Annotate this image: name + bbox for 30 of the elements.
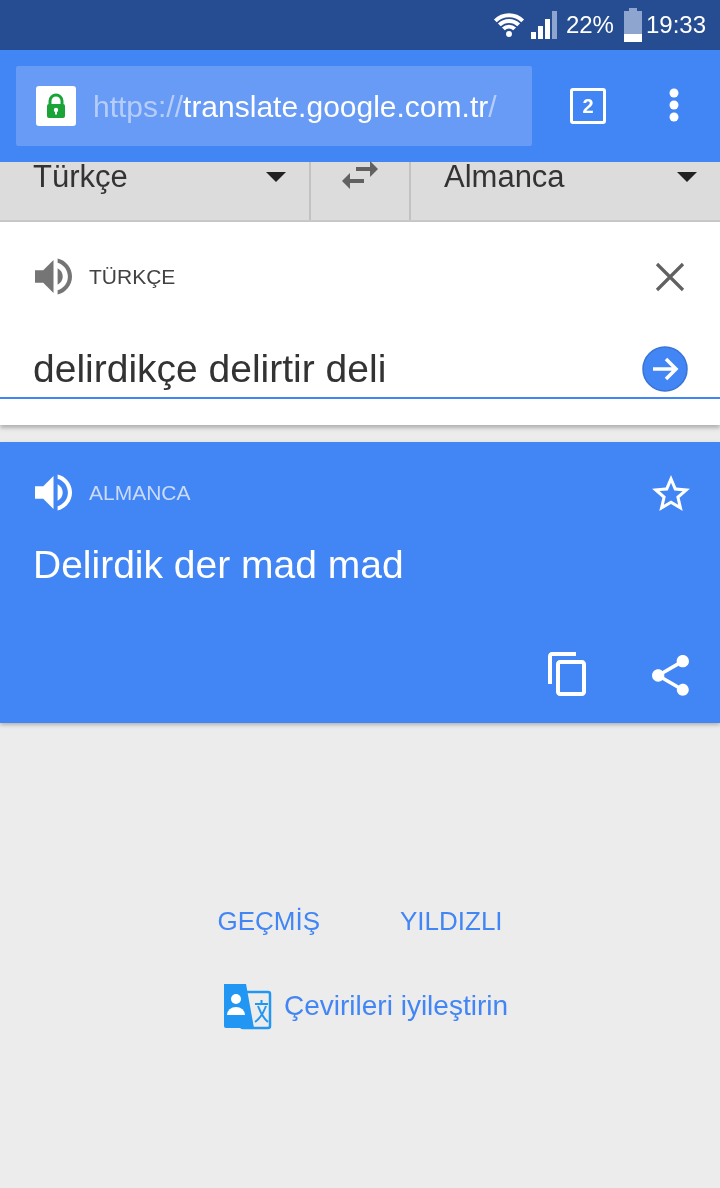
target-language-selector[interactable]: Almanca — [409, 162, 720, 220]
translation-text: Delirdik der mad mad — [33, 543, 405, 587]
menu-icon[interactable] — [669, 88, 679, 122]
tab-count-button[interactable]: 2 — [570, 88, 606, 124]
clock-text: 19:33 — [645, 11, 706, 39]
copy-icon[interactable] — [548, 652, 586, 696]
lock-icon — [36, 86, 76, 126]
share-icon[interactable] — [652, 655, 689, 696]
url-field[interactable]: https://translate.google.com.tr/ — [16, 66, 532, 146]
star-outline-icon[interactable] — [652, 474, 690, 511]
wifi-icon — [492, 12, 525, 38]
url-text: https://translate.google.com.tr/ — [93, 88, 497, 125]
nav-link-text[interactable]: YILDIZLI — [400, 906, 503, 936]
caret-icon — [677, 172, 697, 182]
close-icon[interactable] — [655, 261, 685, 292]
battery-percent-text: 22% — [565, 11, 614, 39]
arrow-right-icon[interactable] — [642, 346, 688, 392]
text-input-field[interactable]: delirdikçe delirtir deli — [0, 341, 720, 399]
source-language-label: TÜRKÇE — [89, 264, 176, 289]
target-language-label: ALMANCA — [89, 480, 191, 505]
improve-translations-link[interactable]: Çevirileri iyileştirin — [222, 982, 508, 1030]
swap-arrows-icon[interactable] — [342, 161, 378, 189]
battery-icon — [623, 8, 642, 42]
caret-icon — [266, 172, 286, 182]
speaker-icon[interactable] — [35, 474, 72, 511]
nav-link-text[interactable]: GEÇMİŞ — [217, 906, 320, 936]
speaker-icon[interactable] — [35, 258, 72, 295]
translate-person-icon — [222, 982, 272, 1030]
source-language-selector[interactable]: Türkçe — [0, 162, 311, 220]
signal-icon — [530, 11, 559, 39]
